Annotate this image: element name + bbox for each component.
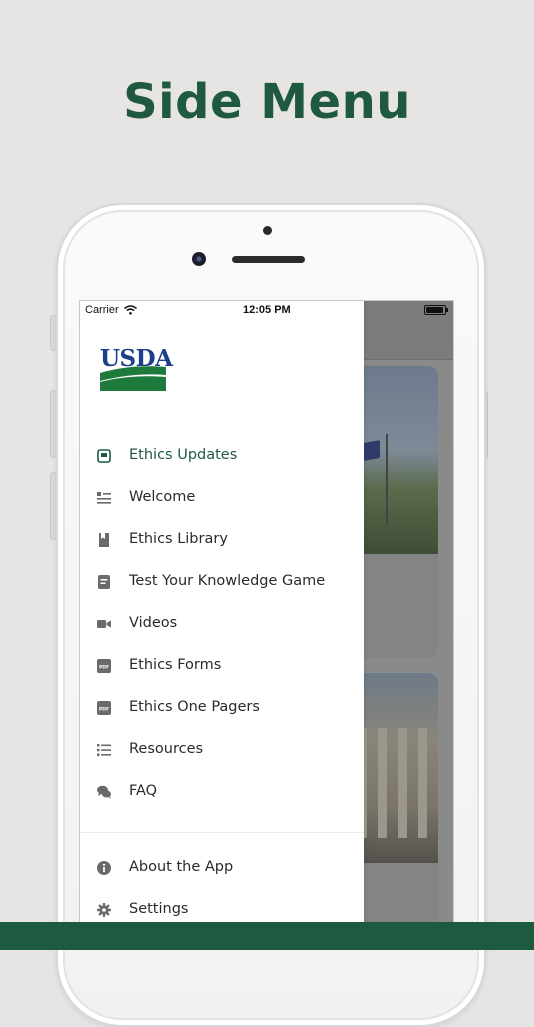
earpiece-speaker: [232, 256, 305, 263]
side-menu-drawer: USDA Ethics Updates Welcome Ethics Libra…: [80, 301, 364, 941]
menu-item-faq[interactable]: FAQ: [80, 773, 364, 813]
carrier-label: Carrier: [85, 304, 119, 316]
bullet-list-icon: [97, 744, 111, 756]
building-column: [418, 728, 427, 838]
building-column: [378, 728, 387, 838]
info-icon: [97, 861, 111, 875]
menu-item-label: Ethics Forms: [129, 657, 222, 673]
menu-item-about-the-app[interactable]: About the App: [80, 849, 364, 889]
footer-accent-bar: [0, 922, 534, 950]
video-camera-icon: [97, 620, 111, 628]
flagpole: [386, 434, 388, 526]
menu-item-label: Test Your Knowledge Game: [129, 573, 326, 589]
menu-item-videos[interactable]: Videos: [80, 605, 364, 645]
menu-item-test-your-knowledge-game[interactable]: Test Your Knowledge Game: [80, 563, 364, 603]
menu-item-label: Resources: [129, 741, 204, 757]
svg-text:PDF: PDF: [99, 665, 109, 671]
menu-item-label: Ethics Updates: [129, 447, 238, 463]
quiz-card-icon: [98, 575, 110, 589]
bookmark-book-icon: [99, 533, 109, 547]
building-column: [398, 728, 407, 838]
menu-item-label: Videos: [129, 615, 178, 631]
chat-bubbles-icon: [97, 785, 111, 799]
phone-screen: USDA Ethics Updates Welcome Ethics Libra…: [79, 300, 454, 942]
svg-text:PDF: PDF: [99, 707, 109, 713]
menu-item-ethics-forms[interactable]: PDF Ethics Forms: [80, 647, 364, 687]
menu-item-label: FAQ: [129, 783, 158, 799]
menu-item-ethics-library[interactable]: Ethics Library: [80, 521, 364, 561]
wifi-icon: [124, 305, 137, 315]
page-headline: Side Menu: [123, 74, 411, 130]
menu-divider: [80, 832, 364, 833]
menu-item-label: Ethics Library: [129, 531, 228, 547]
usda-logo: USDA: [100, 345, 173, 393]
menu-item-label: About the App: [129, 859, 234, 875]
menu-item-label: Ethics One Pagers: [129, 699, 260, 715]
proximity-sensor: [263, 226, 272, 235]
pdf-icon: PDF: [97, 701, 111, 715]
status-time: 12:05 PM: [243, 304, 291, 316]
usda-logo-swoosh-icon: [100, 366, 166, 391]
battery-icon: [424, 305, 448, 315]
pdf-icon: PDF: [97, 659, 111, 673]
front-camera-icon: [192, 252, 206, 266]
news-icon: [97, 449, 111, 463]
menu-item-label: Welcome: [129, 489, 196, 505]
gear-icon: [97, 903, 111, 917]
menu-item-welcome[interactable]: Welcome: [80, 479, 364, 519]
status-bar: Carrier 12:05 PM: [80, 301, 453, 321]
menu-item-ethics-one-pagers[interactable]: PDF Ethics One Pagers: [80, 689, 364, 729]
menu-item-ethics-updates[interactable]: Ethics Updates: [80, 437, 364, 477]
menu-item-label: Settings: [129, 901, 189, 917]
list-lines-icon: [97, 492, 111, 504]
menu-item-resources[interactable]: Resources: [80, 731, 364, 771]
